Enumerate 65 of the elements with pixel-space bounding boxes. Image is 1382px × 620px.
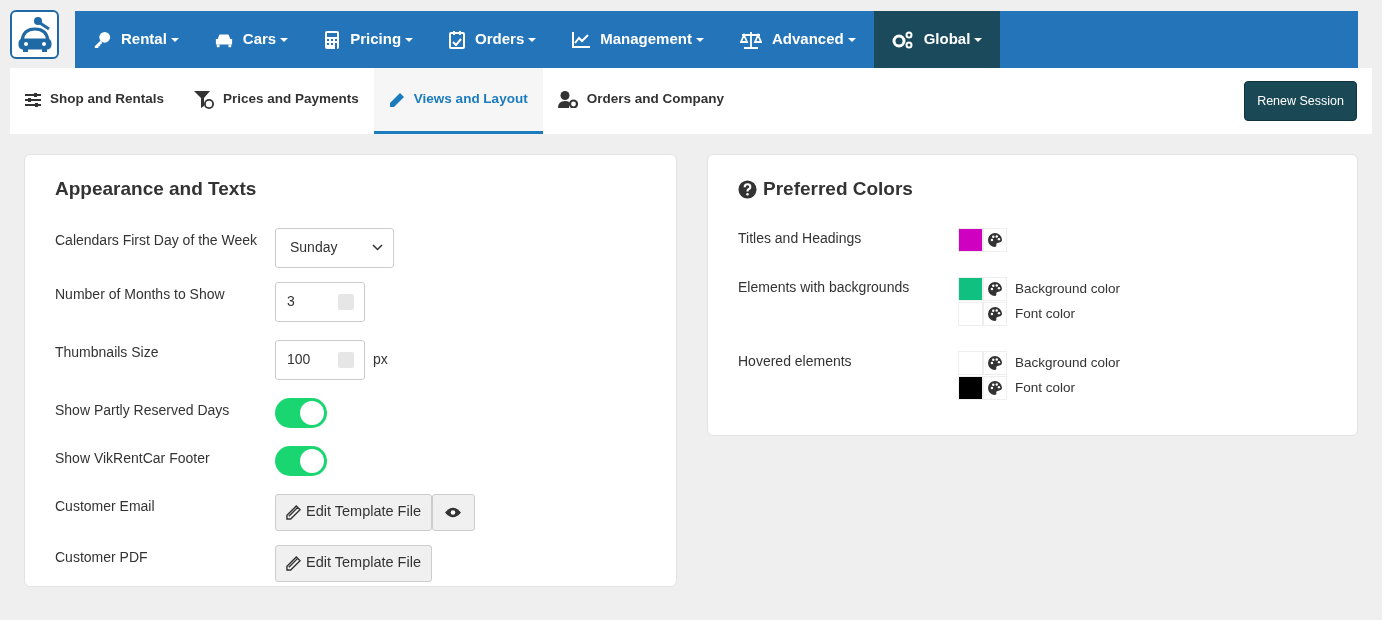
caret-icon <box>974 37 983 42</box>
field-label: Calendars First Day of the Week <box>55 230 259 250</box>
tab[interactable]: Prices and Payments <box>179 68 374 134</box>
tab[interactable]: Views and Layout <box>373 68 543 134</box>
color-option-label: Font color <box>1015 304 1076 323</box>
pencil-icon <box>286 555 301 571</box>
palette-icon[interactable] <box>983 228 1007 252</box>
caret-icon <box>405 37 414 42</box>
tab[interactable]: Shop and Rentals <box>10 68 179 134</box>
renew-session-button[interactable]: Renew Session <box>1244 80 1357 122</box>
edit-template-button[interactable]: Edit Template File <box>275 544 432 582</box>
help-icon <box>738 179 757 199</box>
color-label: Titles and Headings <box>738 228 863 248</box>
calendar-check-icon <box>449 30 466 49</box>
palette-icon[interactable] <box>983 277 1007 301</box>
tab[interactable]: Orders and Company <box>542 68 739 134</box>
palette-icon[interactable] <box>983 302 1007 326</box>
preview-button[interactable] <box>432 493 475 531</box>
color-option-label: Background color <box>1015 353 1121 372</box>
filter-coin-icon <box>194 90 214 109</box>
key-icon <box>93 30 111 49</box>
menu-item[interactable]: Management <box>554 11 722 68</box>
pencil-icon <box>286 504 301 520</box>
field-label: Customer Email <box>55 496 156 516</box>
menu-item[interactable]: Global <box>873 11 1001 68</box>
field-label: Number of Months to Show <box>55 284 226 304</box>
calculator-icon <box>324 30 341 49</box>
car-logo-icon[interactable] <box>10 10 59 59</box>
caret-icon <box>528 37 537 42</box>
panel-title: Preferred Colors <box>763 177 913 201</box>
pencil-icon <box>388 91 405 108</box>
palette-icon[interactable] <box>983 376 1007 400</box>
palette-icon[interactable] <box>983 351 1007 375</box>
color-option-label: Background color <box>1015 279 1121 298</box>
chevron-down-icon <box>372 244 383 251</box>
line-chart-icon <box>572 31 591 48</box>
number-field[interactable]: 3 <box>275 281 365 322</box>
caret-icon <box>695 37 704 42</box>
user-gear-icon <box>557 91 578 108</box>
menu-item[interactable]: Pricing <box>306 11 432 68</box>
edit-template-button[interactable]: Edit Template File <box>275 493 432 531</box>
scale-icon <box>739 30 762 49</box>
sliders-icon <box>25 92 41 107</box>
color-option-label: Font color <box>1015 378 1076 397</box>
toggle-switch[interactable] <box>275 445 327 476</box>
menu-item[interactable]: Advanced <box>721 11 874 68</box>
caret-icon <box>280 37 289 42</box>
field-label: Show VikRentCar Footer <box>55 448 211 468</box>
field-label: Customer PDF <box>55 547 149 567</box>
field-label: Show Partly Reserved Days <box>55 400 231 420</box>
field-label: Thumbnails Size <box>55 342 160 362</box>
day-select[interactable]: Sunday <box>275 227 394 268</box>
menu-item[interactable]: Cars <box>196 11 307 68</box>
caret-icon <box>847 37 856 42</box>
toggle-switch[interactable] <box>275 397 327 428</box>
gears-icon <box>891 30 914 49</box>
panel-title: Appearance and Texts <box>55 177 258 201</box>
menu-item[interactable]: Orders <box>431 11 555 68</box>
unit-label: px <box>373 350 388 369</box>
number-field[interactable]: 100 <box>275 339 365 380</box>
color-label: Hovered elements <box>738 351 853 371</box>
eye-icon <box>445 506 462 518</box>
caret-icon <box>170 37 179 42</box>
color-label: Elements with backgrounds <box>738 277 911 297</box>
menu-item[interactable]: Rental <box>75 11 197 68</box>
